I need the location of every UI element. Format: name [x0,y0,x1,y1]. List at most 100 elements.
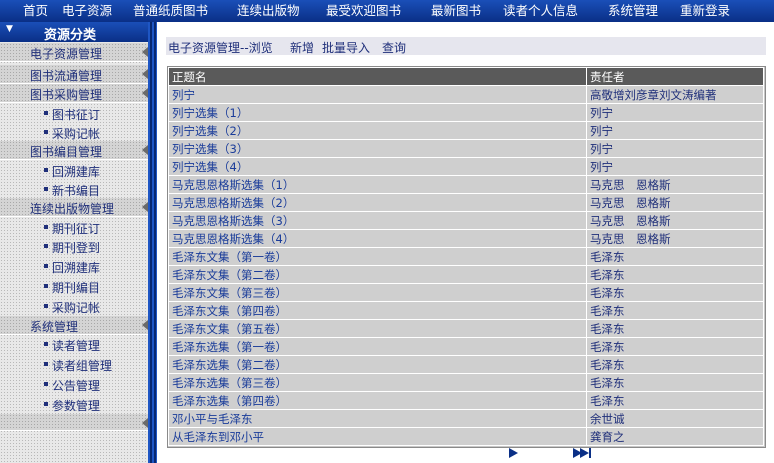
table-row: 列宁选集（1） 列宁 [168,103,764,122]
cell-title-link[interactable]: 列宁选集（3） [168,139,587,158]
cell-author: 毛泽东 [586,265,764,284]
table-body: 列宁 高敬增刘彦章刘文涛编著 列宁选集（1） 列宁 列宁选集（2） 列宁 列宁选集（3） 列宁… [168,85,764,446]
cell-title-link[interactable]: 列宁选集（1） [168,103,587,122]
cell-title-link[interactable]: 马克思恩格斯选集（4） [168,229,587,248]
bullet-icon [44,264,48,268]
pager [507,447,607,461]
add-link[interactable]: 新增 [290,39,314,56]
nav-new-books[interactable]: 最新图书 [431,3,481,19]
cell-author: 余世诚 [586,409,764,428]
nav-e-resources[interactable]: 电子资源 [62,3,112,19]
sidebar-title: 资源分类 [44,28,97,43]
cell-title-link[interactable]: 从毛泽东到邓小平 [168,427,587,446]
cell-author: 毛泽东 [586,301,764,320]
nav-system-admin[interactable]: 系统管理 [608,3,658,19]
nav-popular-books[interactable]: 最受欢迎图书 [326,3,401,19]
cell-title-link[interactable]: 列宁选集（4） [168,157,587,176]
sidebar-item-label: 采购记帐 [52,127,101,141]
sidebar-cat-e-resources[interactable]: 电子资源管理 [0,43,148,62]
cell-title-link[interactable]: 马克思恩格斯选集（1） [168,175,587,194]
table-row: 毛泽东选集（第四卷） 毛泽东 [168,391,764,410]
sidebar-item-label: 读者组管理 [52,359,113,373]
sidebar-item-label: 期刊编目 [52,281,101,295]
collapse-arrow-icon[interactable]: ▼ [6,24,13,34]
sidebar-cat-cataloging[interactable]: 图书编目管理 [0,141,148,160]
cell-author: 高敬增刘彦章刘文涛编著 [586,85,764,104]
sidebar-item-label: 参数管理 [52,399,101,413]
sidebar-item-label: 新书编目 [52,184,101,198]
cell-author: 毛泽东 [586,355,764,374]
sidebar-item-label: 采购记帐 [52,301,101,315]
sidebar-cat-acquisition[interactable]: 图书采购管理 [0,84,148,103]
breadcrumb: 电子资源管理--浏览 [168,41,273,55]
sidebar-item-label: 回溯建库 [52,261,101,275]
cell-author: 列宁 [586,103,764,122]
sidebar-cat-label: 系统管理 [30,320,79,334]
results-table: 正题名 责任者 列宁 高敬增刘彦章刘文涛编著 列宁选集（1） 列宁 列宁选集（2） 列宁列… [168,67,764,446]
nav-home[interactable]: 首页 [23,3,48,19]
sidebar-cat-serials[interactable]: 连续出版物管理 [0,198,148,217]
column-header-title[interactable]: 正题名 [168,67,587,86]
table-row: 毛泽东文集（第四卷） 毛泽东 [168,301,764,320]
nav-relogin[interactable]: 重新登录 [680,3,730,19]
cell-title-link[interactable]: 列宁选集（2） [168,121,587,140]
cell-title-link[interactable]: 毛泽东选集（第二卷） [168,355,587,374]
cell-title-link[interactable]: 毛泽东选集（第四卷） [168,391,587,410]
table-row: 马克思恩格斯选集（4） 马克思 恩格斯 [168,229,764,248]
cell-title-link[interactable]: 邓小平与毛泽东 [168,409,587,428]
batch-import-link[interactable]: 批量导入 [322,39,370,56]
cell-title-link[interactable]: 毛泽东选集（第一卷） [168,337,587,356]
last-page-icon[interactable] [573,447,593,461]
cell-author: 毛泽东 [586,391,764,410]
cell-author: 列宁 [586,121,764,140]
bullet-icon [44,244,48,248]
table-row: 马克思恩格斯选集（2） 马克思 恩格斯 [168,193,764,212]
cell-author: 马克思 恩格斯 [586,193,764,212]
table-row: 列宁选集（2） 列宁 [168,121,764,140]
table-row: 马克思恩格斯选集（3） 马克思 恩格斯 [168,211,764,230]
sidebar-item-label: 回溯建库 [52,165,101,179]
table-row: 列宁选集（3） 列宁 [168,139,764,158]
cell-title-link[interactable]: 列宁 [168,85,587,104]
sidebar-splitter[interactable] [148,22,157,463]
nav-reader-info[interactable]: 读者个人信息 [503,3,578,19]
table-row: 毛泽东文集（第二卷） 毛泽东 [168,265,764,284]
sidebar-cat-circulation[interactable]: 图书流通管理 [0,65,148,84]
query-link[interactable]: 查询 [382,39,406,56]
table-row: 毛泽东文集（第三卷） 毛泽东 [168,283,764,302]
next-page-icon[interactable] [507,447,523,461]
action-toolbar: 电子资源管理--浏览 新增 批量导入 查询 [166,36,766,55]
sidebar-cat-label: 图书流通管理 [30,69,103,83]
column-header-author[interactable]: 责任者 [586,67,764,86]
cell-title-link[interactable]: 毛泽东文集（第五卷） [168,319,587,338]
sidebar-item-label: 公告管理 [52,379,101,393]
sidebar-cat-system[interactable]: 系统管理 [0,316,148,335]
cell-author: 马克思 恩格斯 [586,229,764,248]
table-row: 邓小平与毛泽东 余世诚 [168,409,764,428]
main-content: 电子资源管理--浏览 新增 批量导入 查询 正题名 责任者 列宁 高敬增刘彦章刘文… [157,22,774,463]
cell-author: 毛泽东 [586,373,764,392]
nav-serials[interactable]: 连续出版物 [237,3,300,19]
table-row: 毛泽东选集（第一卷） 毛泽东 [168,337,764,356]
cell-title-link[interactable]: 毛泽东选集（第三卷） [168,373,587,392]
cell-author: 马克思 恩格斯 [586,175,764,194]
bullet-icon [44,225,48,229]
cell-title-link[interactable]: 毛泽东文集（第四卷） [168,301,587,320]
table-row: 毛泽东选集（第三卷） 毛泽东 [168,373,764,392]
cell-title-link[interactable]: 毛泽东文集（第二卷） [168,265,587,284]
cell-title-link[interactable]: 马克思恩格斯选集（2） [168,193,587,212]
table-row: 毛泽东文集（第一卷） 毛泽东 [168,247,764,266]
cell-title-link[interactable]: 毛泽东文集（第一卷） [168,247,587,266]
cell-title-link[interactable]: 马克思恩格斯选集（3） [168,211,587,230]
cell-author: 毛泽东 [586,283,764,302]
cell-author: 马克思 恩格斯 [586,211,764,230]
cell-author: 龚育之 [586,427,764,446]
sidebar-cat-label: 图书编目管理 [30,145,103,159]
cell-title-link[interactable]: 毛泽东文集（第三卷） [168,283,587,302]
bullet-icon [44,168,48,172]
sidebar-cat-label: 连续出版物管理 [30,202,115,216]
sidebar-item-label: 图书征订 [52,108,101,122]
nav-paper-books[interactable]: 普通纸质图书 [133,3,208,19]
table-row: 列宁 高敬增刘彦章刘文涛编著 [168,85,764,104]
table-row: 毛泽东选集（第二卷） 毛泽东 [168,355,764,374]
